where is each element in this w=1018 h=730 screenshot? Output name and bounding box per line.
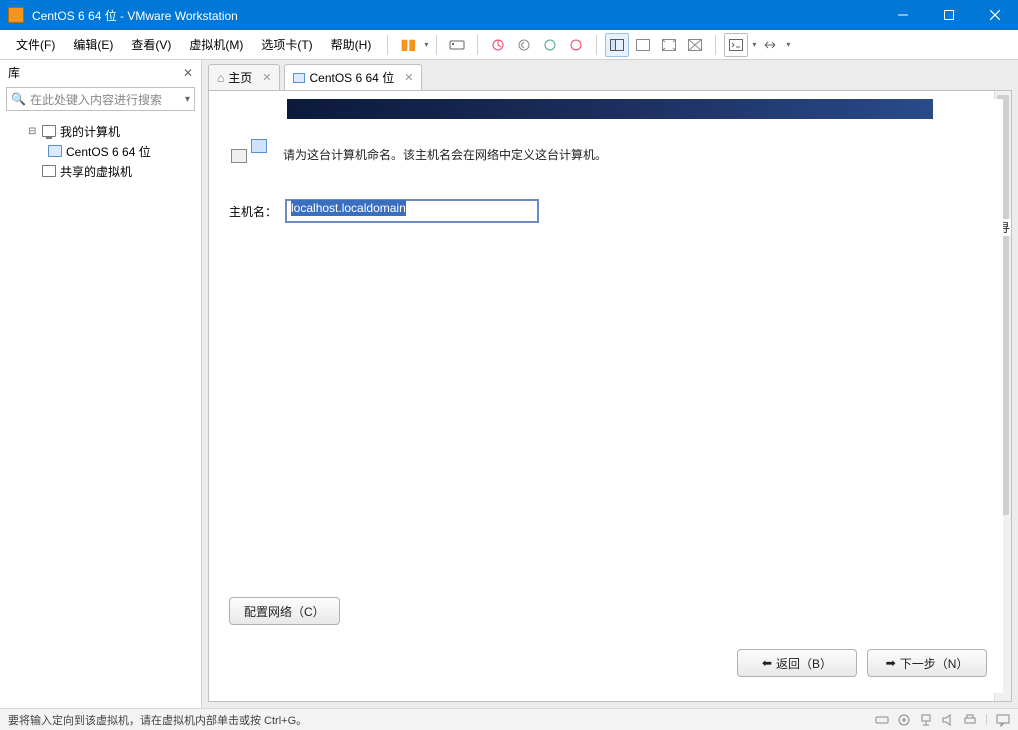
maximize-button[interactable]: [926, 0, 972, 30]
view-single-icon[interactable]: [605, 33, 629, 57]
installer-prompt-text: 请为这台计算机命名。该主机名会在网络中定义这台计算机。: [283, 146, 607, 163]
sidebar-close-icon[interactable]: ✕: [183, 66, 193, 80]
tree-vm-centos[interactable]: CentOS 6 64 位: [4, 141, 197, 161]
view-multi-icon[interactable]: [631, 33, 655, 57]
menu-bar: 文件(F) 编辑(E) 查看(V) 虚拟机(M) 选项卡(T) 帮助(H) ▮▮…: [0, 30, 1018, 60]
unity-icon[interactable]: [683, 33, 707, 57]
status-tray: |: [875, 713, 1010, 727]
cd-icon[interactable]: [897, 713, 911, 727]
stretch-icon[interactable]: [758, 33, 782, 57]
network-computers-icon: [229, 139, 273, 169]
monitor-icon: [42, 125, 56, 137]
snapshot-revert-icon[interactable]: [512, 33, 536, 57]
menu-view[interactable]: 查看(V): [123, 32, 179, 57]
window-title: CentOS 6 64 位 - VMware Workstation: [32, 7, 880, 24]
hostname-value: localhost.localdomain: [291, 200, 406, 216]
tree-label: CentOS 6 64 位: [66, 143, 151, 160]
send-ctrl-alt-del-icon[interactable]: [445, 33, 469, 57]
main-area: ⌂ 主页 ✕ CentOS 6 64 位 ✕ 寻 请为这台计算机命名。该主机名会…: [202, 60, 1018, 708]
separator: [477, 35, 478, 55]
installer-prompt-row: 请为这台计算机命名。该主机名会在网络中定义这台计算机。: [229, 139, 1003, 169]
window-titlebar: CentOS 6 64 位 - VMware Workstation: [0, 0, 1018, 30]
hostname-label: 主机名：: [229, 203, 277, 220]
status-bar: 要将输入定向到该虚拟机，请在虚拟机内部单击或按 Ctrl+G。 |: [0, 708, 1018, 730]
separator: [436, 35, 437, 55]
home-icon: ⌂: [217, 71, 224, 85]
tree-label: 我的计算机: [60, 123, 120, 140]
snapshot-manager-icon[interactable]: [538, 33, 562, 57]
menu-vm[interactable]: 虚拟机(M): [181, 32, 251, 57]
network-icon[interactable]: [919, 713, 933, 727]
library-tree: ⊟ 我的计算机 CentOS 6 64 位 共享的虚拟机: [0, 115, 201, 708]
library-sidebar: 库 ✕ 🔍 在此处键入内容进行搜索 ▾ ⊟ 我的计算机 CentOS 6 64 …: [0, 60, 202, 708]
menu-edit[interactable]: 编辑(E): [65, 32, 121, 57]
tree-expander-icon[interactable]: ⊟: [28, 126, 38, 137]
disk-icon[interactable]: [875, 713, 889, 727]
menu-help[interactable]: 帮助(H): [323, 32, 380, 57]
back-button[interactable]: ⬅ 返回（B）: [737, 649, 857, 677]
close-button[interactable]: [972, 0, 1018, 30]
app-icon: [8, 7, 24, 23]
snapshot-icon-2[interactable]: [564, 33, 588, 57]
vm-icon: [293, 73, 305, 83]
search-placeholder: 在此处键入内容进行搜索: [30, 91, 162, 108]
tree-label: 共享的虚拟机: [60, 163, 132, 180]
sound-icon[interactable]: [941, 713, 955, 727]
arrow-right-icon: ➡: [886, 656, 896, 670]
tab-vm-centos[interactable]: CentOS 6 64 位 ✕: [284, 64, 422, 90]
chevron-down-icon[interactable]: ▾: [185, 94, 190, 105]
body-split: 库 ✕ 🔍 在此处键入内容进行搜索 ▾ ⊟ 我的计算机 CentOS 6 64 …: [0, 60, 1018, 708]
sidebar-header: 库 ✕: [0, 60, 201, 83]
tab-label: CentOS 6 64 位: [309, 69, 394, 86]
menu-file[interactable]: 文件(F): [8, 32, 63, 57]
chevron-down-icon[interactable]: ▾: [786, 40, 790, 49]
chevron-down-icon[interactable]: ▾: [424, 40, 428, 49]
fullscreen-icon[interactable]: [657, 33, 681, 57]
printer-icon[interactable]: [963, 713, 977, 727]
separator: [387, 35, 388, 55]
next-button[interactable]: ➡ 下一步（N）: [867, 649, 987, 677]
menu-tabs[interactable]: 选项卡(T): [253, 32, 320, 57]
tab-strip: ⌂ 主页 ✕ CentOS 6 64 位 ✕: [202, 60, 1018, 90]
tab-close-icon[interactable]: ✕: [262, 71, 271, 84]
separator: [715, 35, 716, 55]
chevron-down-icon[interactable]: ▾: [752, 40, 756, 49]
messages-icon[interactable]: [996, 713, 1010, 727]
shared-icon: [42, 165, 56, 177]
console-icon[interactable]: [724, 33, 748, 57]
button-label: 下一步（N）: [900, 655, 969, 672]
button-label: 配置网络（C）: [244, 603, 325, 620]
hostname-row: 主机名： localhost.localdomain: [229, 199, 1003, 223]
installer-banner: [287, 99, 933, 119]
separator: [596, 35, 597, 55]
status-text: 要将输入定向到该虚拟机，请在虚拟机内部单击或按 Ctrl+G。: [8, 712, 307, 728]
pause-icon[interactable]: ▮▮: [396, 33, 420, 57]
configure-network-button[interactable]: 配置网络（C）: [229, 597, 340, 625]
installer-screen: 请为这台计算机命名。该主机名会在网络中定义这台计算机。 主机名： localho…: [217, 99, 1003, 693]
snapshot-icon[interactable]: [486, 33, 510, 57]
tab-label: 主页: [228, 69, 252, 86]
search-icon: 🔍: [11, 92, 26, 106]
configure-network-row: 配置网络（C）: [229, 597, 340, 625]
vm-icon: [48, 145, 62, 157]
tab-close-icon[interactable]: ✕: [404, 71, 413, 84]
sidebar-search-input[interactable]: 🔍 在此处键入内容进行搜索 ▾: [6, 87, 195, 111]
tree-my-computer[interactable]: ⊟ 我的计算机: [4, 121, 197, 141]
sidebar-title: 库: [8, 64, 20, 81]
installer-nav: ⬅ 返回（B） ➡ 下一步（N）: [737, 649, 987, 677]
minimize-button[interactable]: [880, 0, 926, 30]
tab-home[interactable]: ⌂ 主页 ✕: [208, 64, 280, 90]
hostname-input[interactable]: localhost.localdomain: [285, 199, 539, 223]
button-label: 返回（B）: [776, 655, 832, 672]
vm-console[interactable]: 寻 请为这台计算机命名。该主机名会在网络中定义这台计算机。 主机名： local…: [208, 90, 1012, 702]
arrow-left-icon: ⬅: [762, 656, 772, 670]
tree-shared-vms[interactable]: 共享的虚拟机: [4, 161, 197, 181]
